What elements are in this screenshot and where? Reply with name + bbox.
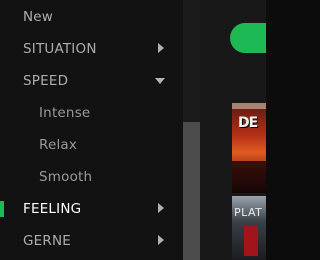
chevron-right-icon[interactable] [158, 235, 164, 245]
album-cover[interactable]: DE [232, 103, 266, 193]
sidebar-item-feeling[interactable]: FEELING [0, 193, 183, 225]
album-cover[interactable]: PLAT [232, 196, 266, 260]
sidebar-scrollbar-track[interactable] [183, 0, 200, 260]
sidebar-item-label: SPEED [23, 73, 69, 89]
album-cover-text: DE [238, 115, 258, 131]
sidebar-subitem-relax[interactable]: Relax [0, 129, 183, 161]
sidebar-item-label: New [23, 9, 54, 25]
chevron-right-icon[interactable] [158, 203, 164, 213]
sidebar-item-label: Smooth [39, 169, 93, 185]
sidebar-item-speed[interactable]: SPEED [0, 65, 183, 97]
cover-stripe [232, 103, 266, 109]
main-content: DE PLAT [200, 0, 266, 260]
active-indicator [0, 201, 4, 217]
sidebar-item-situation[interactable]: SITUATION [0, 33, 183, 65]
sidebar-item-gerne[interactable]: GERNE [0, 225, 183, 257]
sidebar-item-label: GERNE [23, 233, 71, 249]
cover-artwork [244, 226, 258, 256]
sidebar-item-new[interactable]: New [0, 1, 183, 33]
sidebar: New SITUATION SPEED Intense Relax Smooth… [0, 0, 200, 260]
sidebar-item-label: FEELING [23, 201, 82, 217]
chevron-down-icon[interactable] [155, 78, 165, 84]
chevron-right-icon[interactable] [158, 43, 164, 53]
album-cover-text: PLAT [234, 206, 263, 219]
app-window: New SITUATION SPEED Intense Relax Smooth… [0, 0, 266, 260]
sidebar-item-label: Intense [39, 105, 91, 121]
primary-action-button[interactable] [230, 23, 266, 53]
sidebar-item-label: SITUATION [23, 41, 97, 57]
sidebar-scrollbar-thumb[interactable] [183, 122, 200, 260]
sidebar-subitem-smooth[interactable]: Smooth [0, 161, 183, 193]
cover-artwork [232, 161, 266, 193]
sidebar-subitem-intense[interactable]: Intense [0, 97, 183, 129]
sidebar-item-label: Relax [39, 137, 78, 153]
